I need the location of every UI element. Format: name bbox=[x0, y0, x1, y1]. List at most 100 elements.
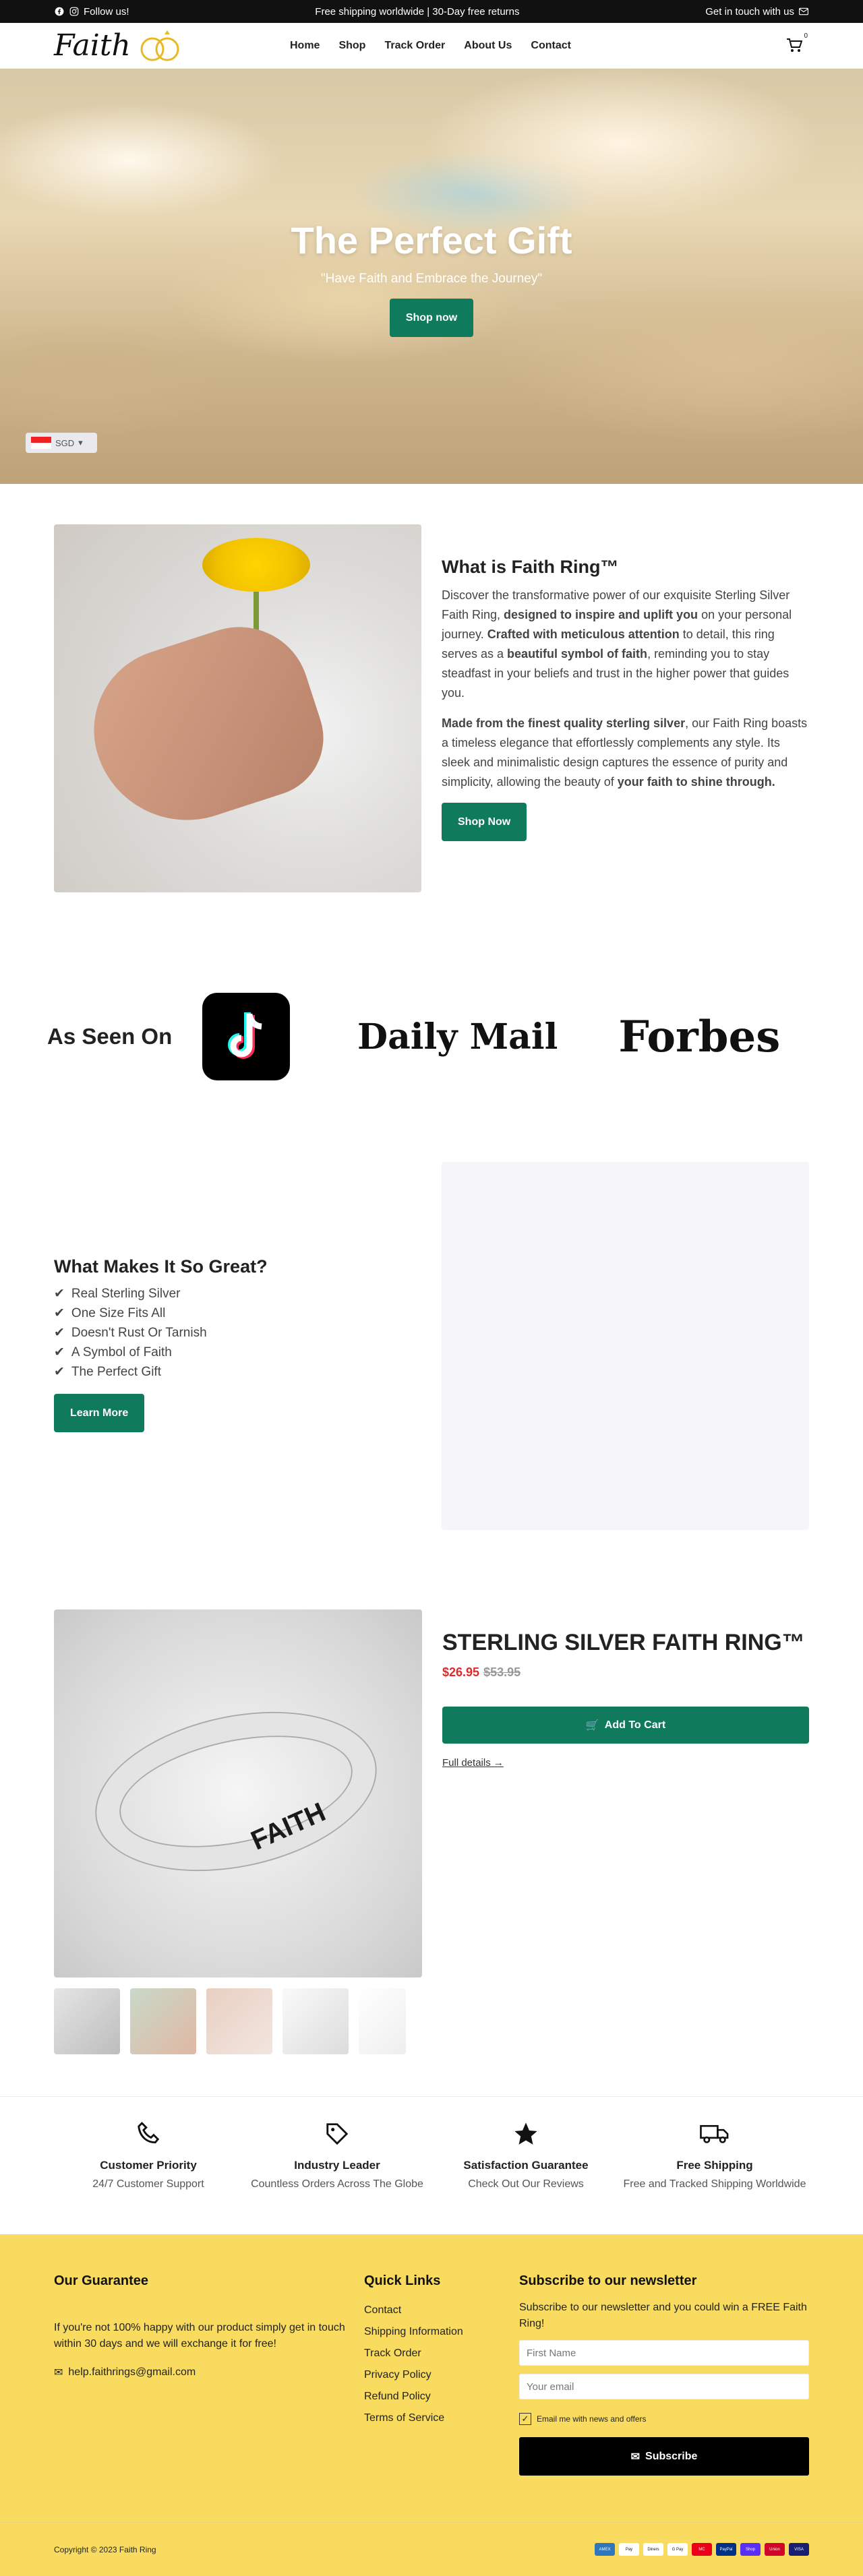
great-section: What Makes It So Great? ✔ Real Sterling S… bbox=[0, 1104, 863, 1609]
tag-icon bbox=[326, 2123, 349, 2145]
feature-list-item: ✔ The Perfect Gift bbox=[54, 1362, 421, 1382]
thumbnail[interactable] bbox=[130, 1988, 196, 2054]
newsletter-text: Subscribe to our newsletter and you coul… bbox=[519, 2302, 807, 2329]
newsletter-optin[interactable]: ✓ Email me with news and offers bbox=[519, 2413, 809, 2425]
product-main-image[interactable]: FAITH bbox=[54, 1609, 422, 1977]
price: $26.95 $53.95 bbox=[442, 1665, 809, 1680]
footer-link-shipping[interactable]: Shipping Information bbox=[364, 2321, 519, 2343]
facebook-icon[interactable] bbox=[54, 6, 65, 17]
cart-icon bbox=[787, 38, 803, 52]
great-title: What Makes It So Great? bbox=[54, 1256, 268, 1277]
feature-list-item: ✔ Doesn't Rust Or Tarnish bbox=[54, 1323, 421, 1343]
google-pay-icon: G Pay bbox=[667, 2543, 688, 2556]
footer-link-privacy[interactable]: Privacy Policy bbox=[364, 2364, 519, 2386]
checkmark-icon: ✔ bbox=[54, 1345, 65, 1359]
thumbnail[interactable] bbox=[359, 1988, 406, 2054]
tiktok-logo bbox=[202, 993, 290, 1080]
subscribe-button[interactable]: ✉ Subscribe bbox=[519, 2437, 809, 2476]
singapore-flag-icon bbox=[31, 437, 51, 449]
contact-link[interactable]: Get in touch with us bbox=[705, 6, 809, 18]
nav-shop[interactable]: Shop bbox=[338, 40, 365, 52]
shop-now-button[interactable]: Shop Now bbox=[442, 803, 527, 841]
feature-free-shipping: Free Shipping Free and Tracked Shipping W… bbox=[620, 2117, 809, 2193]
footer-link-track[interactable]: Track Order bbox=[364, 2343, 519, 2364]
main-nav: Home Shop Track Order About Us Contact bbox=[290, 40, 571, 52]
feature-list-item: ✔ Real Sterling Silver bbox=[54, 1284, 421, 1304]
hero-shop-button[interactable]: Shop now bbox=[389, 299, 474, 337]
hero-subtitle: "Have Faith and Embrace the Journey" bbox=[320, 272, 543, 286]
first-name-input[interactable]: First Name bbox=[519, 2340, 809, 2366]
compare-price: $53.95 bbox=[483, 1665, 521, 1679]
feature-industry-leader: Industry Leader Countless Orders Across T… bbox=[243, 2117, 432, 2193]
learn-more-button[interactable]: Learn More bbox=[54, 1394, 145, 1432]
contact-label: Get in touch with us bbox=[705, 5, 794, 18]
shop-pay-icon: Shop bbox=[740, 2543, 761, 2556]
thumbnail[interactable] bbox=[206, 1988, 272, 2054]
features-strip: Customer Priority 24/7 Customer Support I… bbox=[0, 2096, 863, 2234]
hero-title: The Perfect Gift bbox=[291, 219, 572, 262]
checkmark-icon: ✔ bbox=[54, 1326, 65, 1340]
star-icon bbox=[514, 2122, 537, 2145]
feature-list-item: ✔ One Size Fits All bbox=[54, 1304, 421, 1323]
instagram-icon[interactable] bbox=[69, 6, 80, 17]
logo[interactable]: Faith bbox=[54, 29, 229, 63]
what-title: What is Faith Ring™ bbox=[442, 557, 619, 577]
cart-count: 0 bbox=[804, 32, 808, 40]
feature-customer-priority: Customer Priority 24/7 Customer Support bbox=[54, 2117, 243, 2193]
footer-link-contact[interactable]: Contact bbox=[364, 2300, 519, 2321]
what-is-section: What is Faith Ring™ Discover the transfo… bbox=[0, 484, 863, 996]
logo-text: Faith bbox=[54, 28, 131, 63]
nav-about-us[interactable]: About Us bbox=[464, 40, 512, 52]
cart-icon: 🛒 bbox=[585, 1719, 599, 1731]
payment-methods: AMEX Pay Diners G Pay MC PayPal Shop Uni… bbox=[595, 2543, 809, 2556]
unionpay-icon: Union bbox=[765, 2543, 785, 2556]
amex-icon: AMEX bbox=[595, 2543, 615, 2556]
sale-price: $26.95 bbox=[442, 1665, 480, 1679]
product-section: FAITH STERLING SILVER FAITH RING™ $26.95… bbox=[0, 1609, 863, 2096]
guarantee-title: Our Guarantee bbox=[54, 2273, 149, 2288]
checkmark-icon: ✔ bbox=[54, 1365, 65, 1379]
nav-contact[interactable]: Contact bbox=[531, 40, 571, 52]
mail-icon bbox=[798, 6, 809, 17]
footer-link-refund[interactable]: Refund Policy bbox=[364, 2386, 519, 2408]
support-email[interactable]: ✉ help.faithrings@gmail.com bbox=[54, 2366, 364, 2379]
product-title: STERLING SILVER FAITH RING™ bbox=[442, 1630, 805, 1655]
diners-icon: Diners bbox=[643, 2543, 663, 2556]
forbes-logo: Forbes bbox=[618, 1011, 781, 1062]
checkmark-icon: ✔ bbox=[54, 1287, 65, 1301]
thumbnail[interactable] bbox=[282, 1988, 349, 2054]
feature-satisfaction: Satisfaction Guarantee Check Out Our Revi… bbox=[432, 2117, 620, 2193]
full-details-link[interactable]: Full details → bbox=[442, 1757, 809, 1769]
thumbnail[interactable] bbox=[54, 1988, 120, 2054]
phone-icon bbox=[138, 2122, 160, 2144]
add-to-cart-button[interactable]: 🛒 Add To Cart bbox=[442, 1707, 809, 1744]
seen-title: As Seen On bbox=[47, 1024, 173, 1049]
hero-banner: The Perfect Gift "Have Faith and Embrace… bbox=[0, 69, 863, 484]
site-header: Faith Home Shop Track Order About Us Con… bbox=[0, 23, 863, 69]
mail-icon: ✉ bbox=[630, 2451, 641, 2463]
what-paragraph-1: Discover the transformative power of our… bbox=[442, 588, 792, 700]
announcement-bar: Follow us! Free shipping worldwide | 30-… bbox=[0, 0, 863, 23]
apple-pay-icon: Pay bbox=[619, 2543, 639, 2556]
email-input[interactable]: Your email bbox=[519, 2374, 809, 2399]
rings-icon bbox=[140, 30, 179, 61]
thumbnail-gallery bbox=[54, 1988, 422, 2054]
daily-mail-logo: Daily Mail bbox=[357, 1016, 558, 1057]
footer-link-terms[interactable]: Terms of Service bbox=[364, 2408, 519, 2429]
follow-label: Follow us! bbox=[84, 5, 129, 18]
what-paragraph-2: Made from the finest quality sterling si… bbox=[442, 716, 808, 789]
media-placeholder bbox=[442, 1162, 809, 1530]
checkmark-icon: ✔ bbox=[54, 1306, 65, 1320]
mail-icon: ✉ bbox=[54, 2367, 63, 2379]
site-footer: Our Guarantee If you're not 100% happy w… bbox=[0, 2234, 863, 2576]
currency-selector[interactable]: SGD ▾ bbox=[26, 433, 97, 453]
nav-track-order[interactable]: Track Order bbox=[384, 40, 445, 52]
checkbox-checked-icon: ✓ bbox=[519, 2413, 531, 2425]
copyright: Copyright © 2023 Faith Ring bbox=[54, 2544, 156, 2554]
newsletter-title: Subscribe to our newsletter bbox=[519, 2273, 697, 2288]
nav-home[interactable]: Home bbox=[290, 40, 320, 52]
truck-icon bbox=[700, 2124, 729, 2143]
chevron-down-icon: ▾ bbox=[78, 437, 83, 448]
paypal-icon: PayPal bbox=[716, 2543, 736, 2556]
cart-button[interactable]: 0 bbox=[786, 32, 808, 56]
